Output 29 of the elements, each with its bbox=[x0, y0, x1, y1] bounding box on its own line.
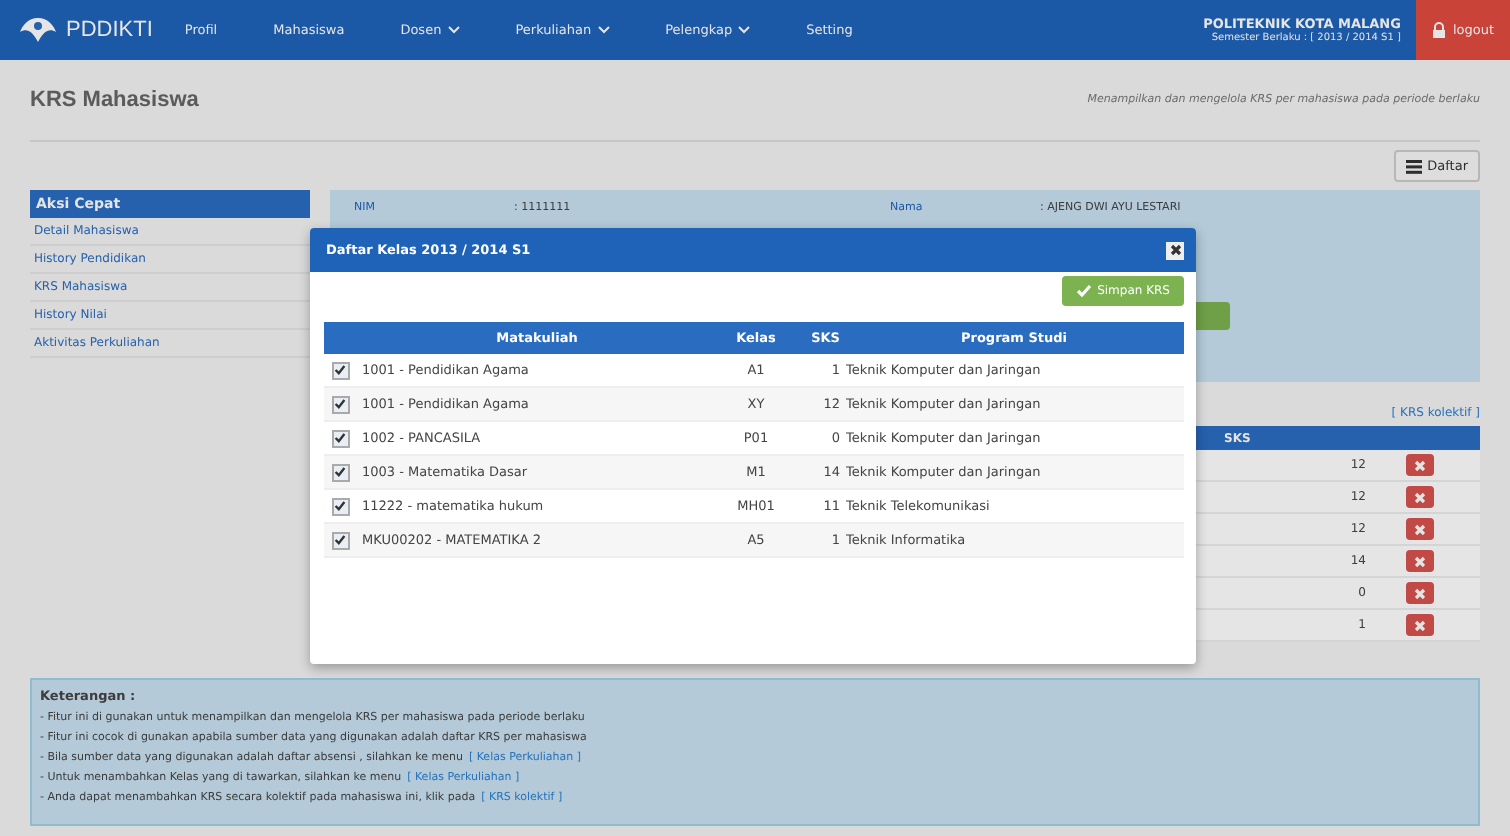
lock-icon bbox=[1432, 22, 1447, 38]
delete-button[interactable] bbox=[1406, 582, 1434, 604]
page-title: KRS Mahasiswa bbox=[30, 88, 199, 112]
close-icon bbox=[1414, 523, 1426, 535]
close-icon bbox=[1414, 587, 1426, 599]
close-icon bbox=[1414, 491, 1426, 503]
delete-button[interactable] bbox=[1406, 614, 1434, 636]
checkbox[interactable] bbox=[331, 395, 349, 413]
close-icon bbox=[1169, 244, 1181, 256]
caret-icon bbox=[597, 26, 610, 34]
delete-button[interactable] bbox=[1406, 550, 1434, 572]
close-icon bbox=[1414, 459, 1426, 471]
logo-icon bbox=[16, 14, 60, 46]
delete-button[interactable] bbox=[1406, 454, 1434, 476]
checkbox[interactable] bbox=[331, 429, 349, 447]
checkbox[interactable] bbox=[331, 463, 349, 481]
checkbox[interactable] bbox=[331, 497, 349, 515]
check-icon bbox=[1075, 284, 1092, 298]
caret-icon bbox=[738, 26, 751, 34]
brand-name[interactable]: PDDIKTI bbox=[66, 18, 153, 42]
caret-icon bbox=[447, 26, 460, 34]
close-button[interactable] bbox=[1166, 241, 1184, 259]
close-icon bbox=[1414, 619, 1426, 631]
checkbox[interactable] bbox=[331, 531, 349, 549]
list-icon bbox=[1405, 159, 1422, 173]
delete-button[interactable] bbox=[1406, 486, 1434, 508]
checkbox[interactable] bbox=[331, 361, 349, 379]
close-icon bbox=[1414, 555, 1426, 567]
delete-button[interactable] bbox=[1406, 518, 1434, 540]
